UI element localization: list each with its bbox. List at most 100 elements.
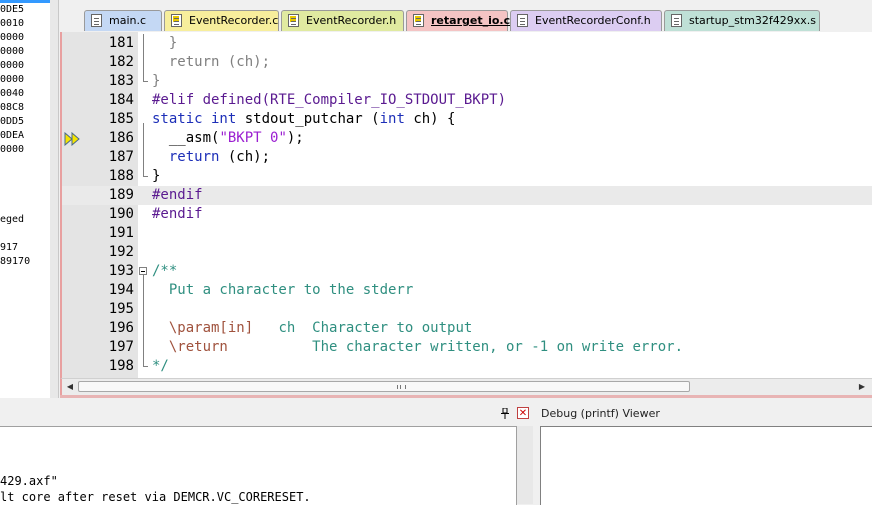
code-line[interactable]: 197 \return The character written, or -1…: [62, 338, 872, 357]
tab-label: EventRecorder.c: [189, 14, 279, 27]
file-icon: [413, 14, 424, 27]
fold-line: [139, 300, 148, 319]
code-token: }: [152, 35, 178, 51]
code-line[interactable]: 187 return (ch);: [62, 148, 872, 167]
code-line[interactable]: 188}: [62, 167, 872, 186]
code-text: return (ch);: [152, 148, 270, 167]
line-number: 190: [108, 206, 134, 222]
code-token: int: [379, 111, 405, 127]
code-text: static int stdout_putchar (int ch) {: [152, 110, 455, 129]
scroll-left-icon[interactable]: ◀: [64, 381, 76, 393]
tab-label: EventRecorder.h: [306, 14, 397, 27]
build-output-scrollbar[interactable]: [517, 426, 533, 504]
line-number: 181: [108, 35, 134, 51]
code-editor[interactable]: 181 } 182 return (ch); 183} 184 #elif define…: [60, 32, 872, 378]
code-token: stdout_putchar (: [236, 111, 380, 127]
code-token: \param[in]: [152, 320, 254, 336]
fold-toggle-icon[interactable]: [139, 262, 148, 281]
build-output-pane: ✕ 429.axf" lt core after reset via DEMCR…: [0, 404, 533, 505]
line-number: 189: [108, 187, 134, 203]
tab-main-c[interactable]: main.c: [84, 10, 162, 31]
code-line[interactable]: 181 }: [62, 34, 872, 53]
debug-viewer-title: Debug (printf) Viewer: [541, 407, 660, 420]
code-token: static int: [152, 111, 237, 127]
registers-panel: 0DE5 0010 0000 0000 0000 0000 0040 08C8 0DD5 0DEA…: [0, 0, 51, 398]
code-line[interactable]: 194 Put a character to the stderr: [62, 281, 872, 300]
registers-scrollbar[interactable]: [50, 0, 59, 398]
scroll-right-icon[interactable]: ▶: [856, 381, 868, 393]
current-line-arrow-icon: [64, 132, 80, 146]
code-line[interactable]: 195: [62, 300, 872, 319]
register-value: eged: [0, 214, 25, 225]
fold-line: [139, 281, 148, 300]
fold-toggle-icon[interactable]: [139, 110, 148, 129]
line-number: 191: [108, 225, 134, 241]
line-number: 197: [108, 339, 134, 355]
editor-tab-bar: main.c EventRecorder.c EventRecorder.h reta…: [60, 10, 872, 33]
code-line[interactable]: 182 return (ch);: [62, 53, 872, 72]
tab-startup-stm32f429xx-s[interactable]: startup_stm32f429xx.s: [664, 10, 820, 31]
tab-label: EventRecorderConf.h: [535, 14, 651, 27]
code-line[interactable]: 186 __asm("BKPT 0");: [62, 129, 872, 148]
line-number: 198: [108, 358, 134, 374]
code-token: #endif: [152, 187, 203, 203]
code-line[interactable]: 183}: [62, 72, 872, 91]
tab-eventrecorderconf-h[interactable]: EventRecorderConf.h: [510, 10, 662, 31]
code-line[interactable]: 184 #elif defined(RTE_Compiler_IO_STDOUT_…: [62, 91, 872, 110]
fold-line: [139, 338, 148, 357]
scroll-thumb[interactable]: [78, 381, 690, 392]
code-text: #endif: [152, 205, 203, 224]
code-line[interactable]: 189 #endif: [62, 186, 872, 205]
file-icon: [288, 14, 299, 27]
code-line[interactable]: 198 */: [62, 357, 872, 376]
output-line: 429.axf": [0, 474, 58, 488]
fold-line: [139, 148, 148, 167]
code-line[interactable]: 190 #endif: [62, 205, 872, 224]
code-token: }: [152, 168, 161, 184]
code-text: */: [152, 357, 169, 376]
build-output-text[interactable]: 429.axf" lt core after reset via DEMCR.V…: [0, 426, 517, 505]
tab-label: startup_stm32f429xx.s: [689, 14, 816, 27]
line-number: 196: [108, 320, 134, 336]
code-line[interactable]: 185 static int stdout_putchar (int ch) {: [62, 110, 872, 129]
editor-horizontal-scrollbar[interactable]: ◀ ▶: [60, 378, 872, 395]
code-token: ch) {: [404, 111, 456, 127]
code-token: \return: [152, 339, 228, 355]
code-line[interactable]: 196 \param[in] ch Character to output: [62, 319, 872, 338]
fold-line: [139, 72, 148, 91]
register-value: 0040: [0, 88, 25, 99]
fold-line: [139, 167, 148, 186]
code-token: }: [152, 73, 161, 89]
tab-eventrecorder-c[interactable]: EventRecorder.c: [164, 10, 279, 31]
register-value: 0000: [0, 60, 25, 71]
line-number: 192: [108, 244, 134, 260]
debug-viewer-body[interactable]: [540, 426, 872, 505]
register-value: 0000: [0, 144, 25, 155]
code-text: }: [152, 72, 160, 91]
register-value: 0000: [0, 32, 25, 43]
code-text: Put a character to the stderr: [152, 281, 413, 300]
tab-retarget-io-c[interactable]: retarget_io.c: [406, 10, 510, 31]
line-number: 188: [108, 168, 134, 184]
debug-printf-viewer: Debug (printf) Viewer: [536, 404, 872, 505]
line-number: 193: [108, 263, 134, 279]
fold-line: [139, 357, 148, 376]
line-number: 182: [108, 54, 134, 70]
code-token: ch Character to output: [253, 320, 473, 336]
code-line[interactable]: 192: [62, 243, 872, 262]
tab-eventrecorder-h[interactable]: EventRecorder.h: [281, 10, 404, 31]
code-token: return (ch);: [152, 54, 271, 70]
fold-line: [139, 129, 148, 148]
code-text: #endif: [152, 186, 203, 205]
fold-line: [139, 319, 148, 338]
fold-line: [139, 34, 148, 53]
code-line[interactable]: 191: [62, 224, 872, 243]
code-line[interactable]: 193 /**: [62, 262, 872, 281]
output-line: lt core after reset via DEMCR.VC_CORERES…: [0, 490, 311, 504]
tab-label: main.c: [109, 14, 147, 27]
fold-line: [139, 53, 148, 72]
pin-icon[interactable]: [500, 407, 510, 419]
line-number: 184: [108, 92, 134, 108]
close-icon[interactable]: ✕: [517, 407, 529, 419]
register-value: 0000: [0, 46, 25, 57]
